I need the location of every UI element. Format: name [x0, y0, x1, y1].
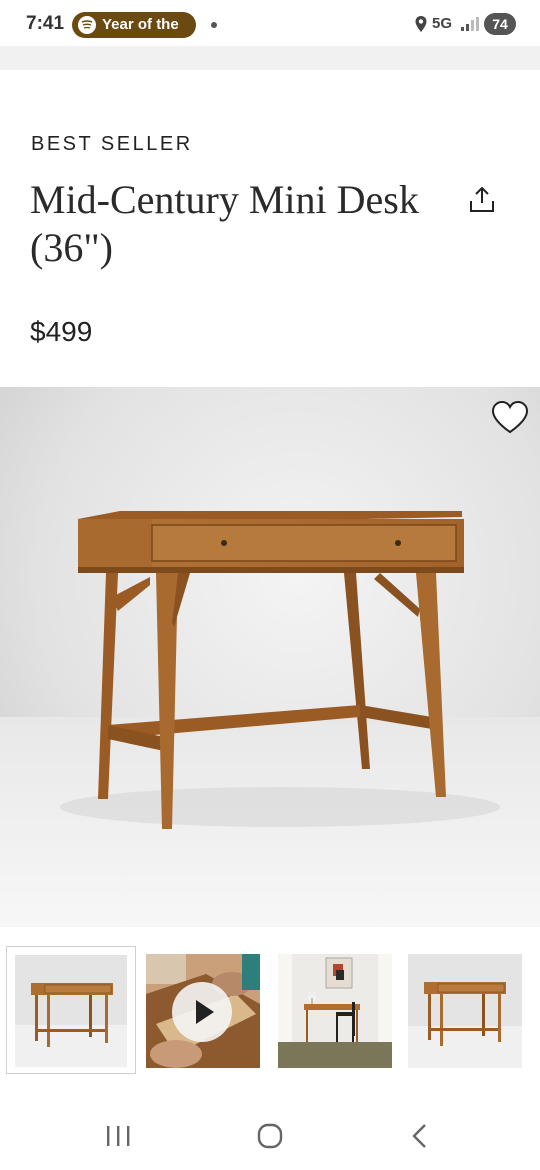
- home-icon: [257, 1123, 283, 1149]
- thumbnail-image: [146, 954, 260, 1068]
- thumbnail-image: [15, 955, 127, 1067]
- battery-indicator: 74: [484, 13, 516, 35]
- desk-photo: [0, 387, 540, 927]
- share-button[interactable]: [466, 184, 498, 216]
- media-pill-text: Year of the: [102, 16, 179, 33]
- product-main-image[interactable]: [0, 387, 540, 927]
- notification-dot: [211, 22, 217, 28]
- thumbnail-desk-front[interactable]: [6, 946, 136, 1074]
- status-time: 7:41: [26, 13, 65, 34]
- status-bar: 7:41 Year of the 5G 74: [0, 0, 540, 46]
- share-icon: [470, 187, 494, 212]
- image-thumbnail-strip: [0, 946, 540, 1074]
- product-price: $499: [30, 316, 93, 347]
- header-divider-strip: [0, 46, 540, 70]
- best-seller-label: BEST SELLER: [31, 133, 193, 155]
- heart-icon: [491, 400, 529, 434]
- spotify-icon: [78, 16, 96, 34]
- back-button[interactable]: [400, 1118, 440, 1154]
- media-notification-pill[interactable]: Year of the: [72, 12, 196, 38]
- location-icon: [415, 16, 427, 32]
- thumbnail-image: [408, 954, 522, 1068]
- recents-button[interactable]: [98, 1118, 138, 1154]
- thumbnail-image: [278, 954, 392, 1068]
- network-type: 5G: [432, 15, 453, 32]
- back-icon: [412, 1124, 426, 1148]
- favorite-button[interactable]: [490, 400, 530, 436]
- thumbnail-video[interactable]: [140, 946, 270, 1074]
- home-button[interactable]: [250, 1118, 290, 1154]
- thumbnail-desk-angle[interactable]: [402, 946, 532, 1074]
- signal-icon: [461, 17, 479, 31]
- thumbnail-room-scene[interactable]: [272, 946, 402, 1074]
- recents-icon: [107, 1126, 130, 1146]
- product-title: Mid-Century Mini Desk (36"): [30, 177, 419, 270]
- system-navigation-bar: [0, 1100, 540, 1170]
